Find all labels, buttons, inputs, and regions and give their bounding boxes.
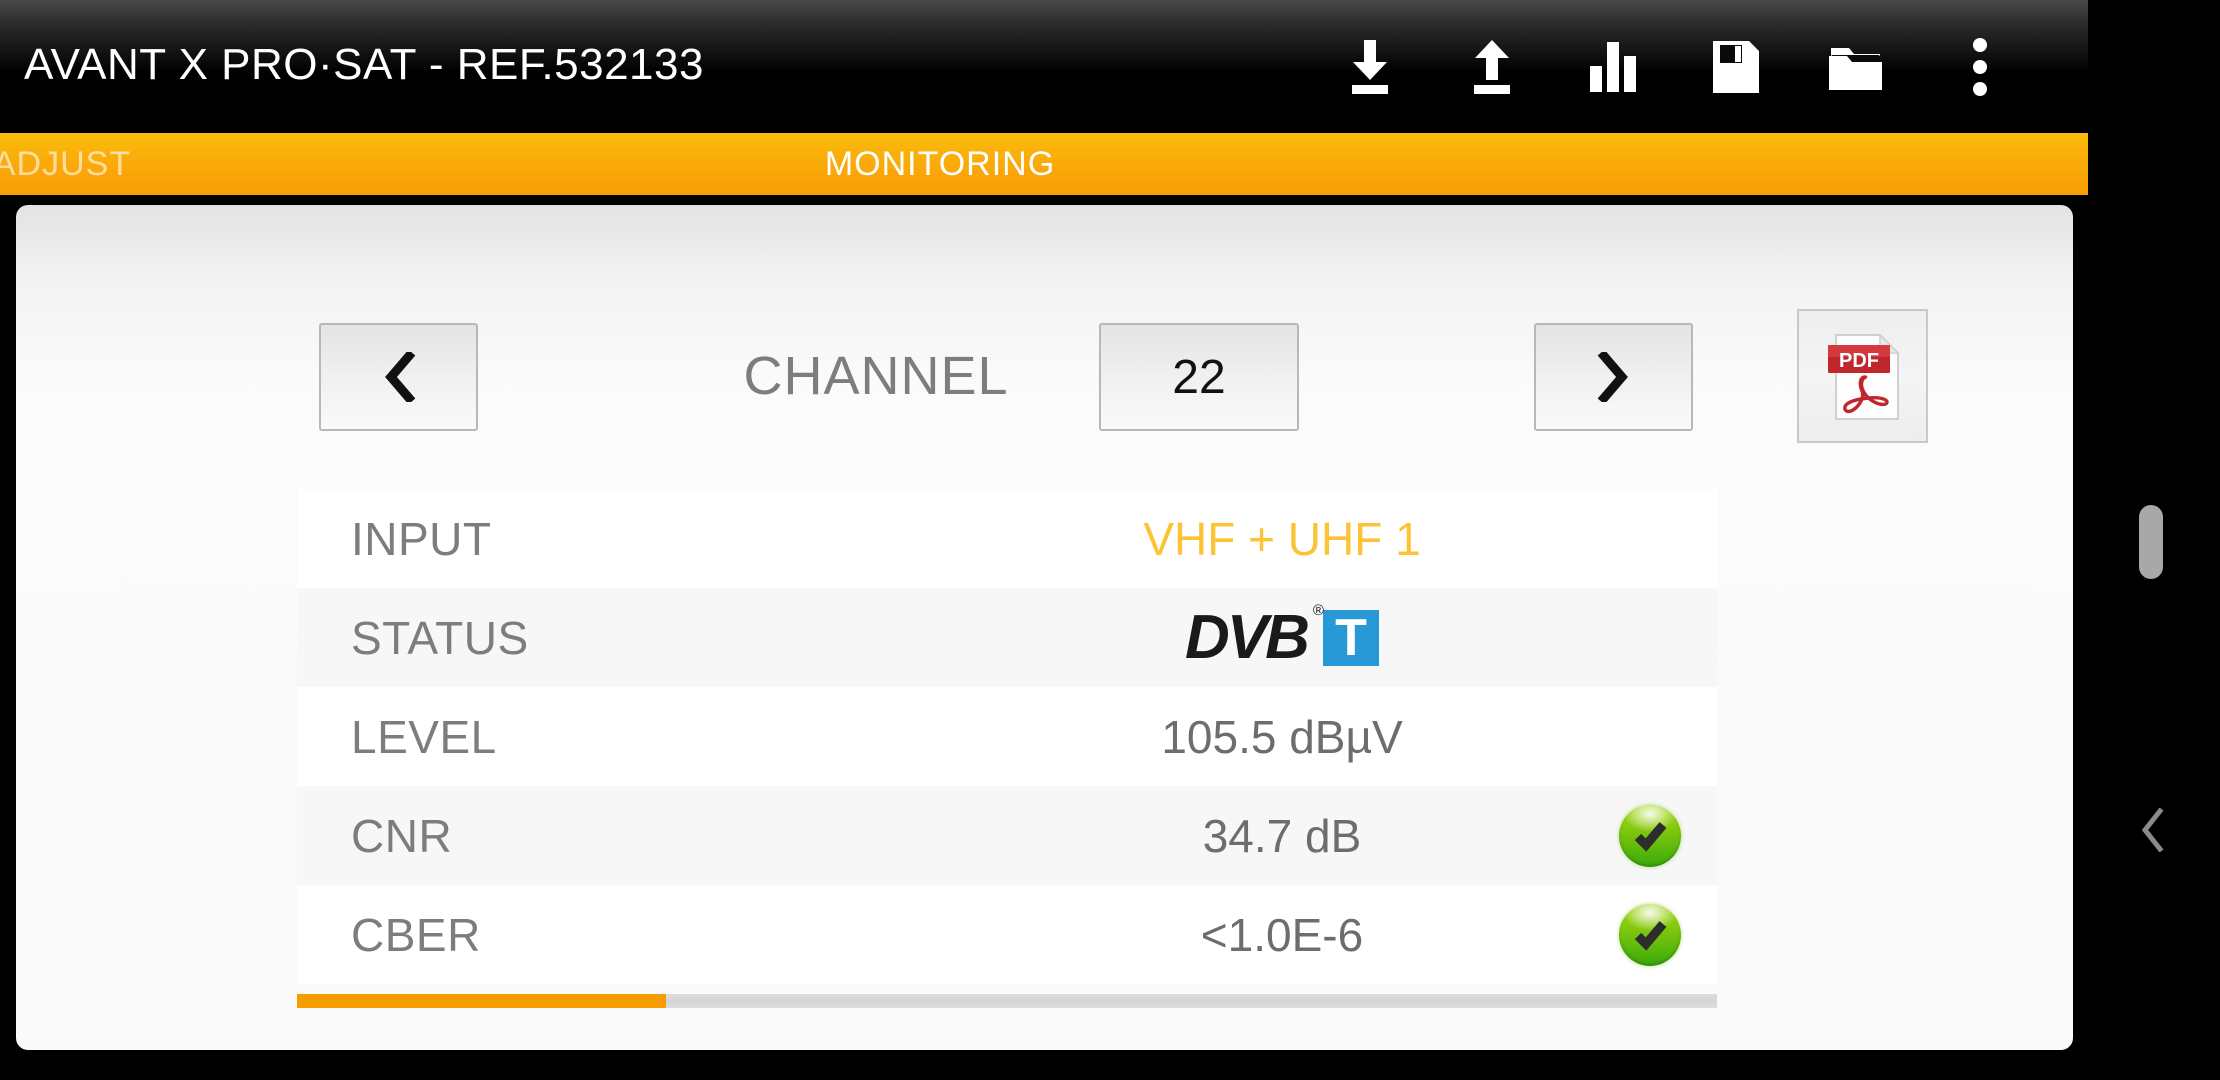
table-row: CBER <1.0E-6 (297, 885, 1717, 984)
row-label-input: INPUT (351, 512, 492, 565)
upload-icon[interactable] (1460, 31, 1524, 103)
channel-selector-row: CHANNEL 22 PDF (16, 205, 2073, 443)
row-label-level: LEVEL (351, 710, 497, 763)
tab-adjust-label: ADJUST (0, 144, 132, 183)
next-channel-button[interactable] (1534, 323, 1693, 431)
more-vert-icon[interactable] (1948, 31, 2012, 103)
horizontal-scrollbar[interactable] (297, 994, 1717, 1008)
table-row: LEVEL 105.5 dBµV (297, 687, 1717, 786)
check-ok-icon (1619, 903, 1681, 966)
channel-value: 22 (1172, 350, 1226, 404)
export-pdf-button[interactable]: PDF (1797, 309, 1928, 443)
row-label-cber: CBER (351, 908, 481, 961)
folder-icon[interactable] (1826, 31, 1890, 103)
table-row: CNR 34.7 dB (297, 786, 1717, 885)
app-bar: AVANT X PRO·SAT - REF.532133 (0, 0, 2088, 133)
vertical-scrollbar-thumb[interactable] (2139, 505, 2163, 579)
tab-monitoring[interactable]: MONITORING (700, 133, 1180, 195)
chevron-right-icon (1597, 352, 1628, 402)
table-row: INPUT VHF + UHF 1 (297, 489, 1717, 588)
app-bar-actions (1338, 0, 2012, 133)
dvb-logo-text: DVB (1185, 602, 1310, 672)
row-label-status: STATUS (351, 611, 529, 664)
status-badge (1619, 903, 1681, 966)
row-label-cnr: CNR (351, 809, 453, 862)
table-row: STATUS DVB ® T (297, 588, 1717, 687)
pdf-icon: PDF (1827, 333, 1900, 420)
download-icon[interactable] (1338, 31, 1402, 103)
row-value-cnr: 34.7 dB (1202, 809, 1362, 862)
tab-monitoring-label: MONITORING (824, 144, 1056, 183)
measurement-table: INPUT VHF + UHF 1 STATUS DVB ® T LEVEL 1… (297, 489, 1717, 984)
back-button[interactable] (2128, 800, 2178, 860)
dvb-logo-word: DVB ® (1185, 603, 1324, 669)
registered-mark-icon: ® (1312, 601, 1324, 619)
check-ok-icon (1619, 804, 1681, 867)
status-badge (1619, 804, 1681, 867)
channel-label: CHANNEL (743, 346, 1009, 406)
channel-value-button[interactable]: 22 (1099, 323, 1299, 431)
chevron-left-icon (384, 352, 415, 402)
previous-channel-button[interactable] (319, 323, 478, 431)
chevron-left-icon (2141, 808, 2164, 852)
tab-adjust[interactable]: ADJUST (0, 133, 172, 195)
monitoring-card: CHANNEL 22 PDF INPUT VHF + UHF 1 STATUS … (16, 205, 2073, 1050)
row-value-cber: <1.0E-6 (1200, 908, 1364, 961)
dvb-logo-t: T (1322, 609, 1379, 666)
bar-chart-icon[interactable] (1582, 31, 1646, 103)
app-root: AVANT X PRO·SAT - REF.532133 ADJUST MONI… (0, 0, 2220, 1080)
dvb-t-logo: DVB ® T (997, 603, 1567, 669)
tab-bar: ADJUST MONITORING (0, 133, 2088, 195)
save-icon[interactable] (1704, 31, 1768, 103)
horizontal-scrollbar-thumb[interactable] (297, 994, 667, 1008)
row-value-input: VHF + UHF 1 (1143, 512, 1421, 565)
svg-text:PDF: PDF (1839, 350, 1879, 372)
row-value-level: 105.5 dBµV (1161, 710, 1403, 763)
page-title: AVANT X PRO·SAT - REF.532133 (24, 40, 704, 89)
